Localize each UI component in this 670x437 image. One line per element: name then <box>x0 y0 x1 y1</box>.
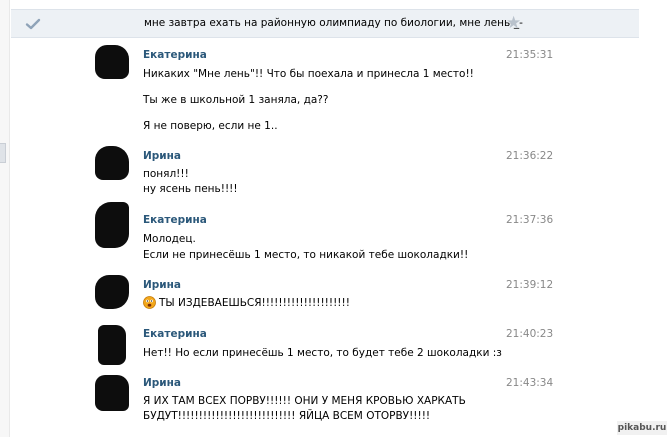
check-icon[interactable] <box>25 17 41 31</box>
message-time: 21:43:34 <box>506 377 554 389</box>
avatar[interactable] <box>95 375 129 411</box>
watermark: pikabu.ru <box>617 421 667 435</box>
message-author[interactable]: Ирина <box>143 377 181 389</box>
message-text-content: ТЫ ИЗДЕВАЕШЬСЯ!!!!!!!!!!!!!!!!!!!!! <box>159 297 350 309</box>
avatar[interactable] <box>95 146 129 180</box>
avatar[interactable] <box>95 275 129 309</box>
message-text: БУДУТ!!!!!!!!!!!!!!!!!!!!!!!!!!!! ЯЙЦА В… <box>143 410 431 422</box>
message-author[interactable]: Екатерина <box>143 328 207 340</box>
message-time: 21:40:23 <box>506 328 554 340</box>
message-author[interactable]: Ирина <box>143 150 181 162</box>
avatar[interactable] <box>95 202 129 248</box>
message-text: ТЫ ИЗДЕВАЕШЬСЯ!!!!!!!!!!!!!!!!!!!!! <box>143 296 350 309</box>
message-time: 21:35:31 <box>506 49 554 61</box>
conversation-topic: мне завтра ехать на районную олимпиаду п… <box>144 17 523 29</box>
left-panel-toggle[interactable] <box>0 143 6 163</box>
avatar[interactable] <box>98 325 126 365</box>
message-text: Если не принесёшь 1 место, то никакой те… <box>143 249 469 261</box>
message-author[interactable]: Екатерина <box>143 214 207 226</box>
conversation-header: мне завтра ехать на районную олимпиаду п… <box>11 9 639 38</box>
message-time: 21:39:12 <box>506 279 554 291</box>
message-text: Нет!! Но если принесёшь 1 место, то буде… <box>143 347 502 359</box>
message-time: 21:36:22 <box>506 150 554 162</box>
message-text: Ты же в школьной 1 заняла, да?? <box>143 94 329 106</box>
avatar[interactable] <box>95 45 129 79</box>
message-time: 21:37:36 <box>506 214 554 226</box>
message-author[interactable]: Ирина <box>143 279 181 291</box>
message-text: Молодец. <box>143 233 196 245</box>
message-text: Я не поверю, если не 1.. <box>143 120 278 132</box>
star-icon[interactable]: ★ <box>506 13 521 33</box>
message-text: понял!!! <box>143 168 189 180</box>
shocked-face-icon <box>143 296 156 309</box>
message-text: ну ясень пень!!!! <box>143 183 238 195</box>
message-author[interactable]: Екатерина <box>143 49 207 61</box>
left-panel-edge <box>0 0 10 437</box>
message-text: Я ИХ ТАМ ВСЕХ ПОРВУ!!!!!! ОНИ У МЕНЯ КРО… <box>143 395 466 407</box>
message-text: Никаких "Мне лень"!! Что бы поехала и пр… <box>143 68 474 80</box>
